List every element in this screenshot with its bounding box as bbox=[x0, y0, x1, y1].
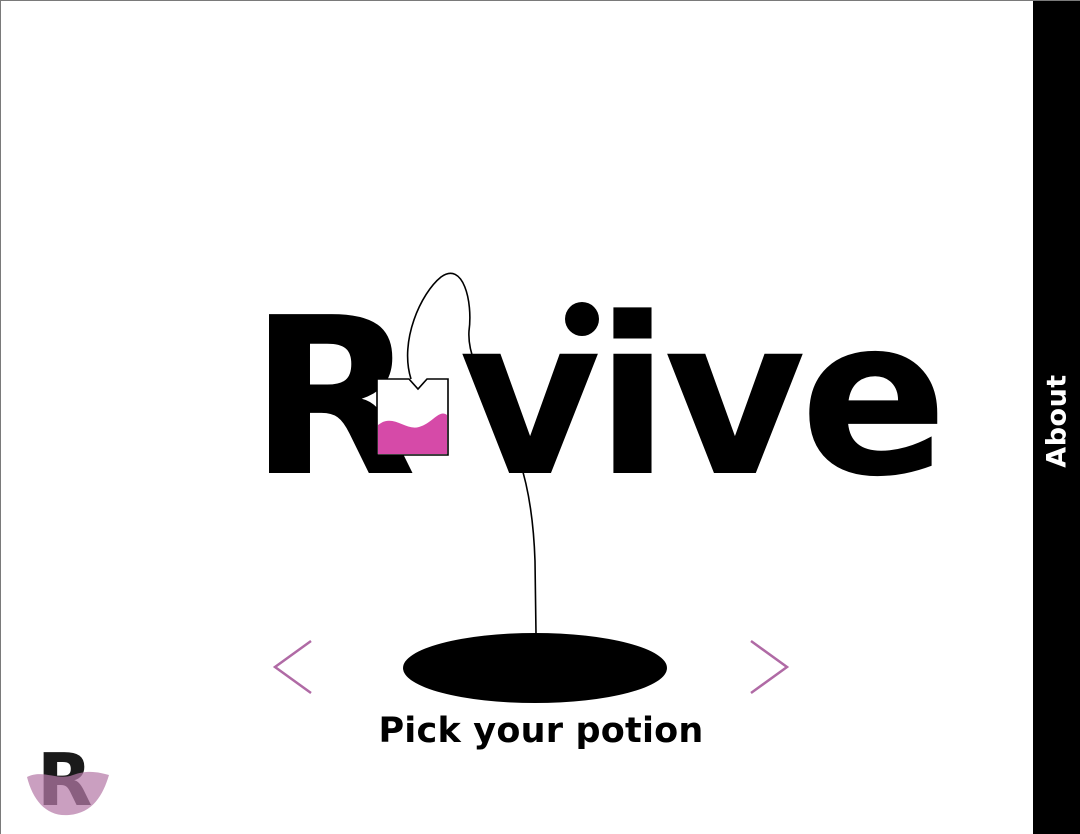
hero-section: R vive Pick your potion bbox=[1, 1, 1033, 834]
logo-icon: R bbox=[27, 738, 109, 822]
prev-potion-button[interactable] bbox=[271, 639, 315, 697]
about-link[interactable]: About bbox=[1042, 374, 1073, 467]
potion-pool bbox=[403, 633, 667, 703]
pick-potion-caption: Pick your potion bbox=[378, 711, 704, 751]
title-word-vive: vive bbox=[459, 272, 942, 525]
hero-illustration: R vive bbox=[249, 272, 948, 703]
brand-logo[interactable]: R bbox=[23, 729, 113, 822]
landing-page: R vive Pick your potion About bbox=[0, 0, 1080, 834]
next-potion-button[interactable] bbox=[747, 639, 791, 697]
title-dot bbox=[565, 302, 599, 336]
about-sidebar[interactable]: About bbox=[1033, 1, 1080, 834]
chevron-right-icon bbox=[750, 639, 790, 695]
chevron-left-icon bbox=[272, 639, 312, 695]
